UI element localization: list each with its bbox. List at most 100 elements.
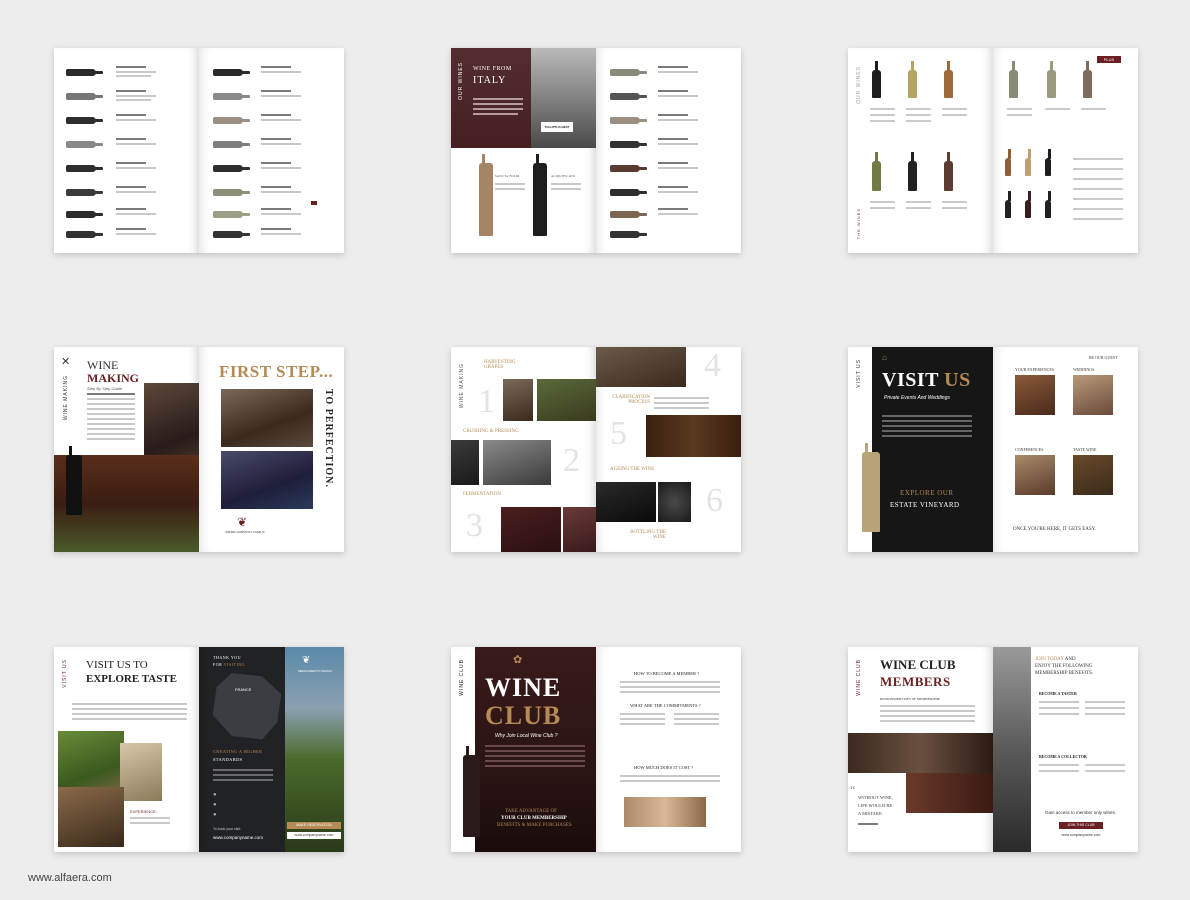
text-line xyxy=(1073,208,1123,210)
page-steps-left: WINE MAKING 1 2 3 HARVESTING GRAPES CRUS… xyxy=(451,347,596,552)
text-line xyxy=(261,66,291,68)
subtitle: Step By Step Guide xyxy=(87,386,123,391)
italy-title: ITALY xyxy=(473,75,507,86)
question-2: WHAT ARE THE COMMITMENTS ? xyxy=(630,703,701,708)
text-line xyxy=(1039,770,1079,772)
experience-photo xyxy=(1015,375,1055,415)
harvest-photo xyxy=(537,379,596,421)
wine-club-title: WINE CLUB xyxy=(880,657,956,672)
text-line xyxy=(116,114,146,116)
join-and: AND xyxy=(1064,657,1076,662)
explore-label: EXPLORE OUR xyxy=(900,489,954,497)
text-line xyxy=(485,765,585,767)
bottle-icon xyxy=(908,152,917,191)
grapes-hands-photo xyxy=(221,451,313,509)
creating-label: CREATING A HIGHER xyxy=(213,749,263,754)
page-italy-right xyxy=(596,48,741,253)
spread-club-members: WINE CLUB WINE CLUB MEMBERS RESPONSIBILI… xyxy=(848,647,1138,852)
page-italy-left: OUR WINES WINE FROM ITALY TOLUPTUA DEST … xyxy=(451,48,596,253)
france-map xyxy=(212,673,282,740)
text-line xyxy=(906,114,931,116)
quote-line-2: LIFE WOULD BE xyxy=(858,803,893,808)
text-line xyxy=(1085,770,1125,772)
visit-word: VISIT xyxy=(882,369,939,391)
brand-name: MEDICAMENTO SAMUS xyxy=(225,530,265,534)
visit-title: VISIT US xyxy=(882,369,971,392)
text-line xyxy=(620,718,665,720)
text-line xyxy=(87,413,135,415)
text-line xyxy=(213,774,273,776)
bottle-icon xyxy=(1005,191,1011,218)
text-line xyxy=(116,143,156,145)
text-line xyxy=(261,162,291,164)
text-line xyxy=(882,425,972,427)
text-line xyxy=(674,718,719,720)
question-3: HOW MUCH DOES IT COST ? xyxy=(634,765,694,770)
text-line xyxy=(1039,764,1079,766)
text-line xyxy=(116,66,146,68)
thank-you-for: FOR VISITING xyxy=(213,662,245,667)
bottle-icon xyxy=(1083,61,1092,98)
bottle-icon xyxy=(66,231,103,238)
bottle-icon xyxy=(213,189,250,196)
responsibilities-label: RESPONSIBILITIES OF MEMBERSHIP xyxy=(880,697,940,701)
taster-label: BECOME A TASTER xyxy=(1039,691,1077,696)
page-explore-right: THANK YOU FOR VISITING FRANCE ❦ MEDICAME… xyxy=(199,647,344,852)
text-line xyxy=(882,435,972,437)
join-club-button[interactable]: JOIN THIS CLUB xyxy=(1059,822,1103,829)
url-label: www.companyname.com xyxy=(1061,833,1101,837)
text-line xyxy=(473,98,523,100)
text-line xyxy=(658,162,688,164)
text-line xyxy=(116,90,146,92)
page-root: { "footer_url": "www.alfaera.com", "spre… xyxy=(0,0,1190,900)
quote-line-3: A MISTAKE. xyxy=(858,811,883,816)
text-line xyxy=(116,99,151,101)
text-line xyxy=(906,207,931,209)
text-line xyxy=(942,108,967,110)
page-visit-us-left: VISIT US ⌂ VISIT US Private Events And W… xyxy=(848,347,993,552)
wine-glass-photo xyxy=(120,743,162,801)
text-line xyxy=(1081,108,1106,110)
bw-photo xyxy=(993,647,1031,852)
side-label: THE WINES xyxy=(856,208,861,240)
url-button[interactable]: www.companyname.com xyxy=(287,832,341,839)
bottle-name: SANCTA FOLIR xyxy=(495,174,520,178)
text-line xyxy=(906,120,931,122)
estate-label: ESTATE VINEYARD xyxy=(890,501,960,509)
bottle-icon xyxy=(610,117,647,124)
text-line xyxy=(870,207,895,209)
bottle-icon xyxy=(533,154,547,236)
bottles-photo xyxy=(658,482,691,522)
reservation-button[interactable]: MAKE RESERVATION xyxy=(287,822,341,829)
side-label: WINE MAKING xyxy=(63,375,69,421)
text-line xyxy=(473,113,518,115)
collector-label: BECOME A COLLECTOR xyxy=(1039,754,1087,759)
text-line xyxy=(942,201,967,203)
text-line xyxy=(261,191,301,193)
text-line xyxy=(213,779,273,781)
text-line xyxy=(473,103,523,105)
text-line xyxy=(1039,707,1079,709)
quote-line-1: WITHOUT WINE, xyxy=(858,795,893,800)
page-members-left: WINE CLUB WINE CLUB MEMBERS RESPONSIBILI… xyxy=(848,647,993,852)
crest-icon: ❦ xyxy=(237,515,248,529)
footer-url: www.alfaera.com xyxy=(28,872,112,884)
side-label: OUR WINES xyxy=(856,66,862,104)
bottle-icon xyxy=(610,189,647,196)
step-title: HARVESTING GRAPES xyxy=(484,360,516,370)
text-line xyxy=(658,213,698,215)
text-line xyxy=(654,402,709,404)
visit-to-title: VISIT US TO xyxy=(86,659,148,671)
text-line xyxy=(880,710,975,712)
page-wine-list-left xyxy=(54,48,199,253)
guest-label: BE OUR GUEST xyxy=(1089,355,1118,360)
text-line xyxy=(906,201,931,203)
text-line xyxy=(261,228,291,230)
step-title: AGEING THE WINE xyxy=(610,467,655,472)
text-line xyxy=(658,119,698,121)
wedding-photo xyxy=(1073,375,1113,415)
wine-from-label: WINE FROM xyxy=(473,66,512,72)
bottle-icon xyxy=(610,165,647,172)
standards-label: STANDARDS xyxy=(213,757,243,762)
text-line xyxy=(658,143,698,145)
